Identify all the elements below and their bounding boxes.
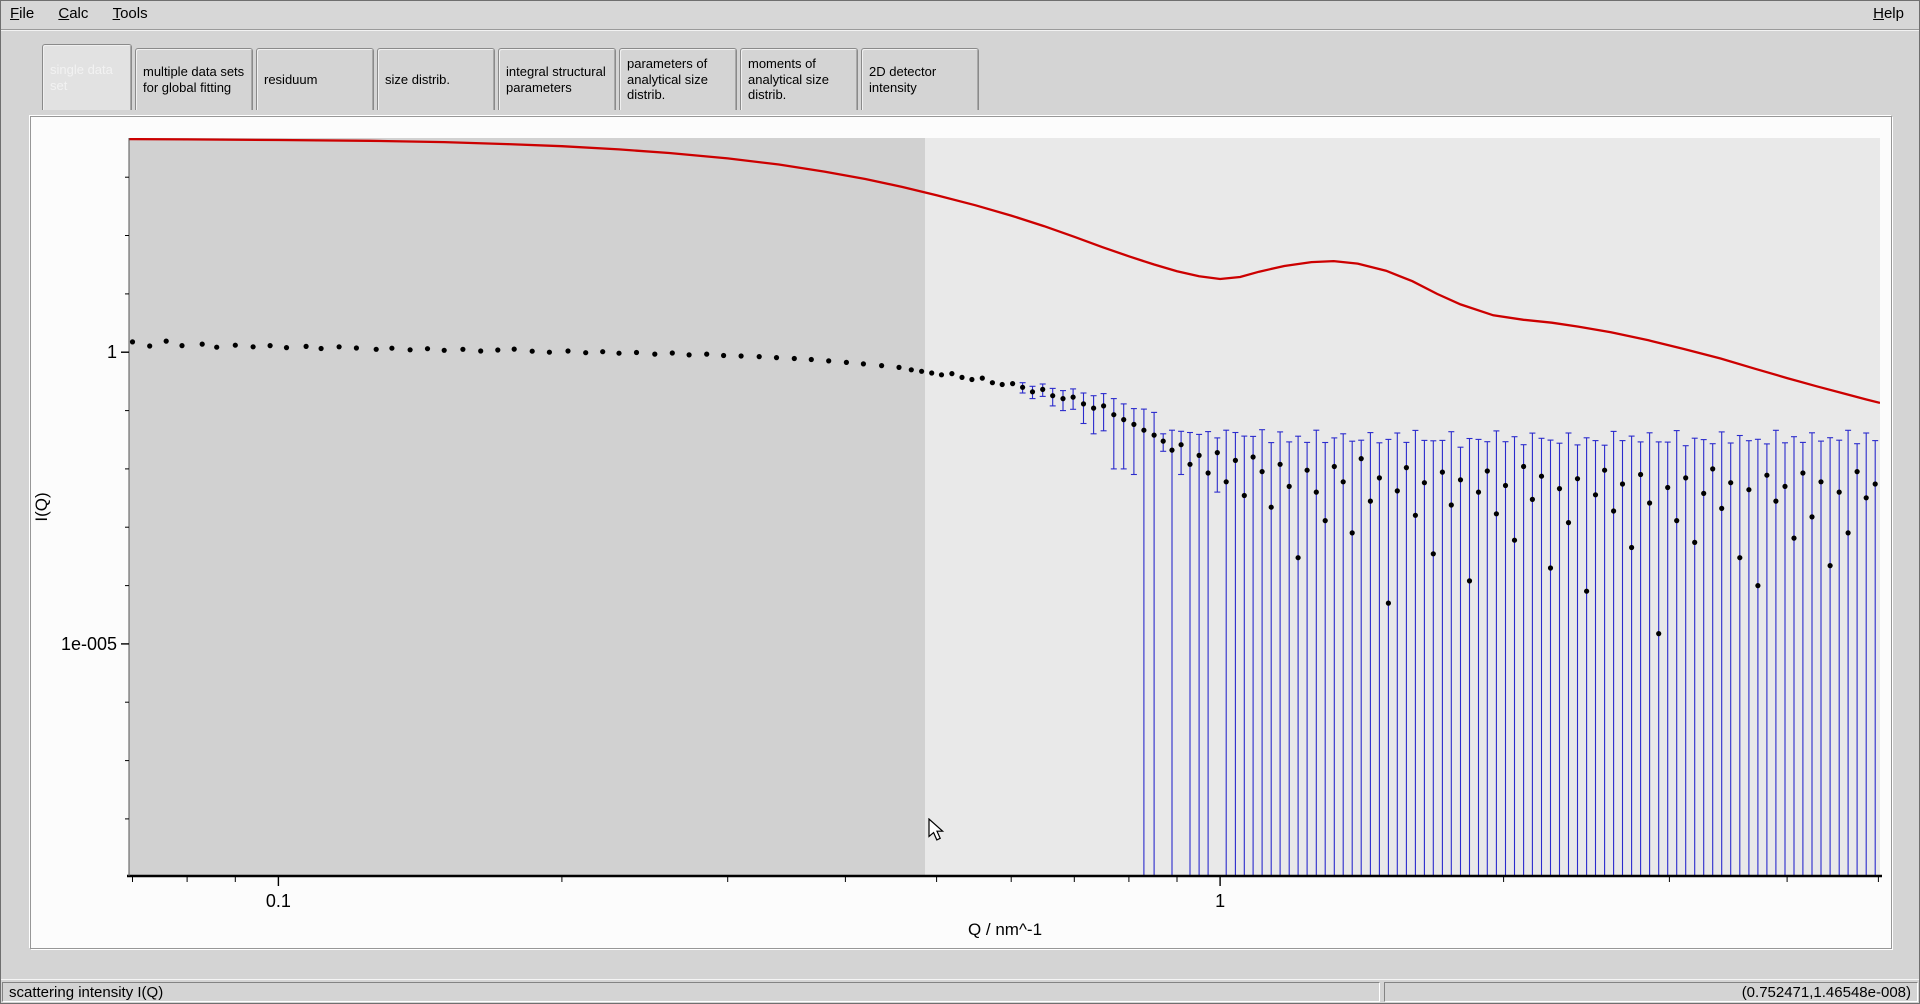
x-tick-label: 0.1 bbox=[266, 891, 291, 911]
tab-moments-analytical-size-distrib[interactable]: moments of analytical size distrib. bbox=[740, 48, 858, 110]
tab-single-data-set[interactable]: single data set bbox=[42, 44, 132, 110]
tab-label: multiple data sets for global fitting bbox=[143, 63, 245, 95]
y-axis-label: I(Q) bbox=[32, 492, 51, 521]
tab-residuum[interactable]: residuum bbox=[256, 48, 374, 110]
tab-label: residuum bbox=[264, 71, 318, 87]
menu-tools[interactable]: Tools bbox=[103, 0, 158, 27]
tab-size-distrib[interactable]: size distrib. bbox=[377, 48, 495, 110]
menu-help[interactable]: Help bbox=[1863, 0, 1914, 27]
tab-bar: single data set multiple data sets for g… bbox=[42, 44, 979, 110]
q-range-selection[interactable] bbox=[129, 138, 925, 876]
y-tick-label: 1e-005 bbox=[61, 634, 117, 654]
tab-parameters-analytical-size-distrib[interactable]: parameters of analytical size distrib. bbox=[619, 48, 737, 110]
status-coordinates: (0.752471,1.46548e-008) bbox=[1384, 982, 1918, 1002]
plot-panel: 0.1 1 1 1e-005 Q / nm^-1 I(Q) bbox=[30, 116, 1892, 949]
menu-bar: File Calc Tools Help bbox=[0, 0, 1920, 30]
tab-label: 2D detector intensity bbox=[869, 63, 937, 95]
status-message: scattering intensity I(Q) bbox=[2, 982, 1380, 1002]
tab-label: integral structural parameters bbox=[506, 63, 606, 95]
menu-file[interactable]: File bbox=[0, 0, 44, 27]
tab-label: moments of analytical size distrib. bbox=[748, 55, 829, 103]
tab-label: parameters of analytical size distrib. bbox=[627, 55, 708, 103]
tab-label: single data set bbox=[50, 61, 113, 93]
menu-calc[interactable]: Calc bbox=[48, 0, 98, 27]
y-tick-label: 1 bbox=[107, 342, 117, 362]
tab-multiple-data-sets[interactable]: multiple data sets for global fitting bbox=[135, 48, 253, 110]
x-tick-label: 1 bbox=[1215, 891, 1225, 911]
tab-label: size distrib. bbox=[385, 71, 451, 87]
scattering-plot[interactable]: 0.1 1 1 1e-005 Q / nm^-1 I(Q) bbox=[31, 117, 1891, 948]
tab-integral-structural-parameters[interactable]: integral structural parameters bbox=[498, 48, 616, 110]
status-bar: scattering intensity I(Q) (0.752471,1.46… bbox=[0, 979, 1920, 1004]
x-axis-label: Q / nm^-1 bbox=[968, 920, 1042, 939]
tab-2d-detector-intensity[interactable]: 2D detector intensity bbox=[861, 48, 979, 110]
